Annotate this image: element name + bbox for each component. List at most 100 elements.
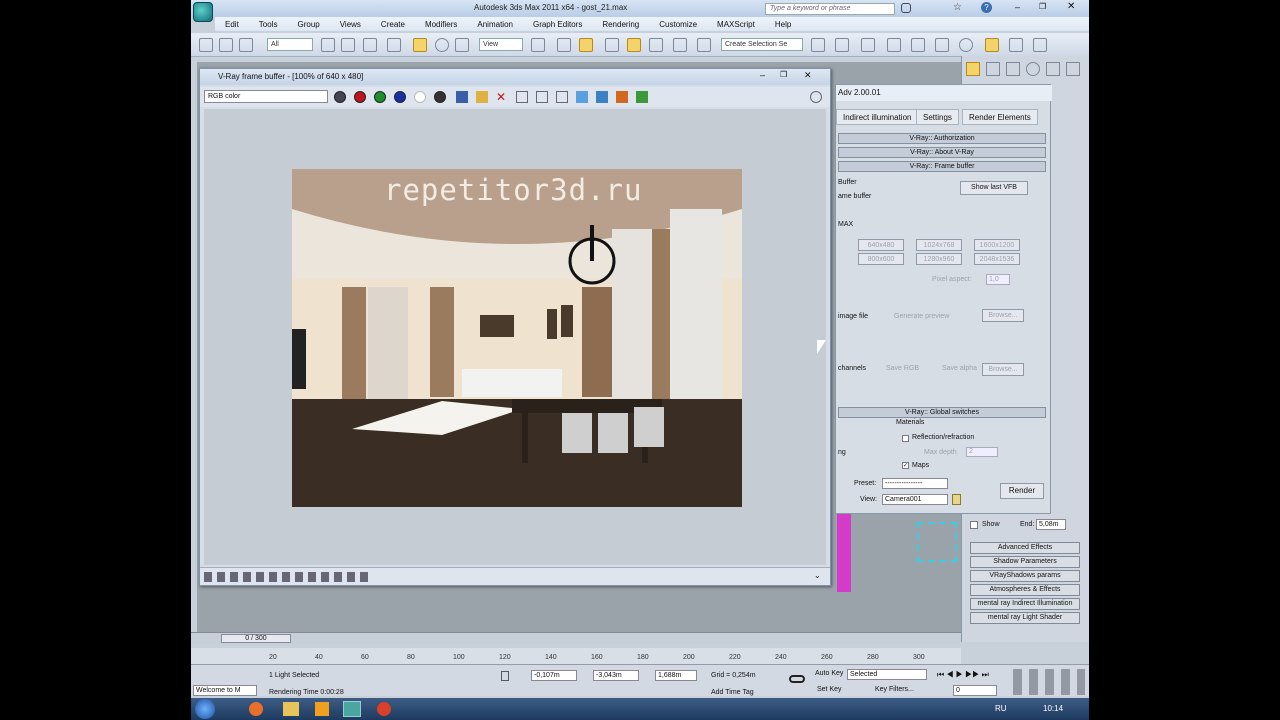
- rect-selection-icon[interactable]: [363, 38, 377, 52]
- vfb-bottom-icons[interactable]: [204, 572, 372, 582]
- view-dropdown[interactable]: Camera001: [882, 494, 948, 505]
- taskbar-media-icon[interactable]: [315, 702, 329, 716]
- vfb-canvas[interactable]: repetitor3d.ru: [204, 109, 826, 565]
- tab-render-elements[interactable]: Render Elements: [962, 109, 1038, 125]
- rollout-about-vray[interactable]: V-Ray:: About V-Ray: [838, 147, 1046, 158]
- browse-channels-button[interactable]: Browse...: [982, 363, 1024, 376]
- curve-editor-icon[interactable]: [911, 38, 925, 52]
- link-3dsmax-icon[interactable]: [576, 91, 588, 103]
- layer-manager-icon[interactable]: [861, 38, 875, 52]
- minimize-icon[interactable]: –: [1015, 2, 1020, 12]
- end-field[interactable]: 5,08m: [1036, 519, 1066, 530]
- app-logo-icon[interactable]: [193, 2, 213, 22]
- binoculars-icon[interactable]: [901, 3, 911, 13]
- bind-space-warp-icon[interactable]: [239, 38, 253, 52]
- duplicate-icon[interactable]: [516, 91, 528, 103]
- vfb-minimize-icon[interactable]: –: [760, 70, 765, 80]
- vfb-options-icon[interactable]: [810, 91, 822, 103]
- menu-customize[interactable]: Customize: [649, 20, 707, 29]
- tab-settings[interactable]: Settings: [916, 109, 959, 125]
- mirror-icon[interactable]: [811, 38, 825, 52]
- rollout-authorization[interactable]: V-Ray:: Authorization: [838, 133, 1046, 144]
- render-setup-icon[interactable]: [985, 38, 999, 52]
- render-production-icon[interactable]: [1033, 38, 1047, 52]
- key-mode-dropdown[interactable]: Selected: [847, 669, 927, 680]
- res-800x600[interactable]: 800x600: [858, 253, 904, 265]
- generate-preview-label[interactable]: Generate preview: [894, 313, 949, 320]
- menu-create[interactable]: Create: [371, 20, 415, 29]
- named-selection-dropdown[interactable]: Create Selection Se: [721, 38, 803, 51]
- time-slider-handle[interactable]: 0 / 300: [221, 634, 291, 643]
- lock-selection-icon[interactable]: [501, 671, 509, 681]
- rollout-global-switches[interactable]: V-Ray:: Global switches: [838, 407, 1046, 418]
- res-1280x960[interactable]: 1280x960: [916, 253, 962, 265]
- set-key-button[interactable]: Set Key: [817, 686, 842, 693]
- red-channel-icon[interactable]: [354, 91, 366, 103]
- alpha-channel-icon[interactable]: [414, 91, 426, 103]
- display-tab-icon[interactable]: [1046, 62, 1060, 76]
- rollout-atmospheres-effects[interactable]: Atmospheres & Effects: [970, 584, 1080, 596]
- auto-key-button[interactable]: Auto Key: [815, 670, 843, 677]
- window-crossing-icon[interactable]: [387, 38, 401, 52]
- modify-tab-icon[interactable]: [986, 62, 1000, 76]
- histogram-icon[interactable]: [636, 91, 648, 103]
- channel-dropdown[interactable]: RGB color: [204, 90, 328, 103]
- taskbar-app-icon[interactable]: [377, 702, 391, 716]
- menu-help[interactable]: Help: [765, 20, 801, 29]
- save-alpha-label[interactable]: Save alpha: [942, 365, 977, 372]
- rgb-channel-icon[interactable]: [334, 91, 346, 103]
- menu-group[interactable]: Group: [287, 20, 329, 29]
- z-coordinate-field[interactable]: 1,688m: [655, 670, 697, 681]
- spinner-snap-icon[interactable]: [673, 38, 687, 52]
- menu-animation[interactable]: Animation: [467, 20, 523, 29]
- taskbar-explorer-icon[interactable]: [283, 702, 299, 716]
- track-mouse-icon[interactable]: [556, 91, 568, 103]
- snap-icon[interactable]: [605, 38, 619, 52]
- align-icon[interactable]: [835, 38, 849, 52]
- search-input[interactable]: Type a keyword or phrase: [765, 3, 895, 15]
- show-last-vfb-button[interactable]: Show last VFB: [960, 181, 1028, 195]
- max-depth-field[interactable]: 2: [966, 447, 998, 457]
- vfb-expand-icon[interactable]: ⌄: [814, 571, 821, 580]
- restore-icon[interactable]: ❐: [1039, 2, 1046, 11]
- pivot-icon[interactable]: [531, 38, 545, 52]
- hierarchy-tab-icon[interactable]: [1006, 62, 1020, 76]
- schematic-icon[interactable]: [935, 38, 949, 52]
- edit-named-sel-icon[interactable]: [697, 38, 711, 52]
- rollout-advanced-effects[interactable]: Advanced Effects: [970, 542, 1080, 554]
- current-frame-field[interactable]: 0: [953, 685, 997, 696]
- x-coordinate-field[interactable]: -0,107m: [531, 670, 577, 681]
- rendered-frame-icon[interactable]: [1009, 38, 1023, 52]
- help-icon[interactable]: ?: [981, 2, 992, 13]
- y-coordinate-field[interactable]: -3,043m: [593, 670, 639, 681]
- menu-graph-editors[interactable]: Graph Editors: [523, 20, 592, 29]
- select-manipulate-icon[interactable]: [557, 38, 571, 52]
- playback-controls[interactable]: ⏮ ◀ ▶ ▶▶ ⏭: [937, 670, 1007, 680]
- add-time-tag[interactable]: Add Time Tag: [711, 689, 754, 696]
- rollout-mr-indirect[interactable]: mental ray Indirect Illumination: [970, 598, 1080, 610]
- menu-tools[interactable]: Tools: [249, 20, 288, 29]
- key-icon[interactable]: [789, 675, 805, 683]
- language-indicator[interactable]: RU: [995, 704, 1007, 713]
- render-button[interactable]: Render: [1000, 483, 1044, 499]
- select-by-name-icon[interactable]: [341, 38, 355, 52]
- taskbar-3dsmax-icon[interactable]: [343, 701, 361, 717]
- percent-snap-icon[interactable]: [649, 38, 663, 52]
- show-checkbox[interactable]: [970, 521, 978, 529]
- move-icon[interactable]: [413, 38, 427, 52]
- ref-coord-dropdown[interactable]: View: [479, 38, 523, 51]
- scale-icon[interactable]: [455, 38, 469, 52]
- pixel-aspect-field[interactable]: 1,0: [986, 274, 1010, 285]
- motion-tab-icon[interactable]: [1026, 62, 1040, 76]
- vfb-close-icon[interactable]: ✕: [804, 70, 812, 81]
- menu-edit[interactable]: Edit: [215, 20, 249, 29]
- rollout-frame-buffer[interactable]: V-Ray:: Frame buffer: [838, 161, 1046, 172]
- res-640x480[interactable]: 640x480: [858, 239, 904, 251]
- time-slider[interactable]: 0 / 300: [191, 632, 961, 644]
- save-icon[interactable]: [456, 91, 468, 103]
- open-icon[interactable]: [476, 91, 488, 103]
- menu-maxscript[interactable]: MAXScript: [707, 20, 765, 29]
- rollout-vrayshadows-params[interactable]: VRayShadows params: [970, 570, 1080, 582]
- star-icon[interactable]: ☆: [953, 2, 962, 13]
- rollout-mr-light-shader[interactable]: mental ray Light Shader: [970, 612, 1080, 624]
